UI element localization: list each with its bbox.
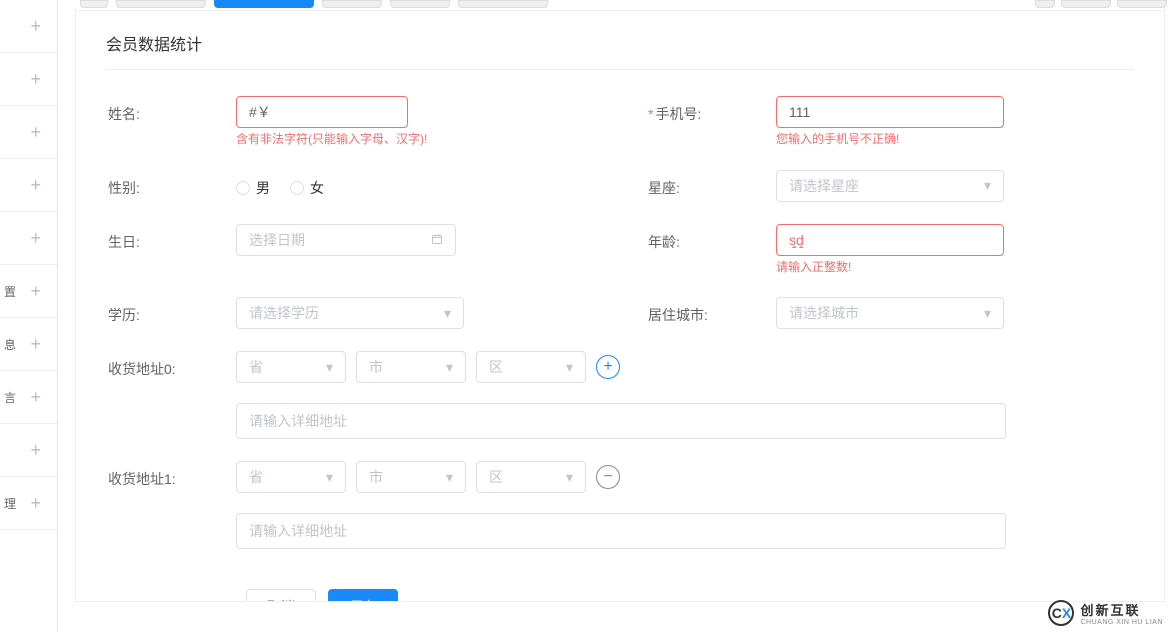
chevron-down-icon: ▾ <box>446 469 453 486</box>
address0-district-select[interactable]: 区▾ <box>476 351 586 383</box>
plus-icon: + <box>30 334 41 355</box>
field-label-birthday: 生日: <box>106 224 236 252</box>
chevron-down-icon: ▾ <box>566 469 573 486</box>
address1-city-select[interactable]: 市▾ <box>356 461 466 493</box>
chevron-down-icon: ▾ <box>984 177 991 194</box>
tab-pill[interactable] <box>1061 0 1111 8</box>
sidebar-item[interactable]: + <box>0 212 57 265</box>
field-label-address0: 收货地址0: <box>106 351 236 379</box>
sidebar-item[interactable]: + <box>0 424 57 477</box>
field-label-name: 姓名: <box>106 96 236 124</box>
plus-icon: + <box>30 440 41 461</box>
sidebar-item[interactable]: + <box>0 53 57 106</box>
chevron-down-icon: ▾ <box>446 359 453 376</box>
tab-pill[interactable] <box>80 0 108 8</box>
plus-icon: + <box>30 175 41 196</box>
top-tabs <box>80 0 548 8</box>
plus-icon: + <box>30 493 41 514</box>
save-button[interactable]: 保存 <box>328 589 398 602</box>
name-input[interactable] <box>236 96 408 128</box>
plus-icon: + <box>603 359 612 375</box>
brand-logo-icon: CX <box>1048 600 1074 626</box>
field-label-zodiac: 星座: <box>646 170 776 198</box>
section-title: 会员数据统计 <box>106 31 1134 70</box>
tab-pill[interactable] <box>116 0 206 8</box>
city-select[interactable]: 请选择城市 ▾ <box>776 297 1004 329</box>
plus-icon: + <box>30 69 41 90</box>
field-label-city: 居住城市: <box>646 297 776 325</box>
calendar-icon <box>431 232 443 248</box>
education-select[interactable]: 请选择学历 ▾ <box>236 297 464 329</box>
chevron-down-icon: ▾ <box>326 359 333 376</box>
tab-pill[interactable] <box>1035 0 1055 8</box>
address0-province-select[interactable]: 省▾ <box>236 351 346 383</box>
sidebar-item[interactable]: + <box>0 106 57 159</box>
address0-detail-input[interactable] <box>236 403 1006 439</box>
phone-error: 您输入的手机号不正确! <box>776 132 1134 148</box>
tab-pill[interactable] <box>1117 0 1167 8</box>
remove-address-button[interactable]: − <box>596 465 620 489</box>
sidebar-item[interactable]: 理+ <box>0 477 57 530</box>
plus-icon: + <box>30 122 41 143</box>
top-right-tabs <box>1035 0 1167 8</box>
sidebar-item[interactable]: + <box>0 0 57 53</box>
chevron-down-icon: ▾ <box>984 305 991 322</box>
sidebar: + + + + + 置+ 息+ 言+ + 理+ <box>0 0 58 632</box>
plus-icon: + <box>30 281 41 302</box>
sidebar-item[interactable]: + <box>0 159 57 212</box>
chevron-down-icon: ▾ <box>444 305 451 322</box>
name-error: 含有非法字符(只能输入字母、汉字)! <box>236 132 646 148</box>
plus-icon: + <box>30 387 41 408</box>
sidebar-item[interactable]: 置+ <box>0 265 57 318</box>
radio-circle-icon <box>290 181 304 195</box>
field-label-gender: 性别: <box>106 170 236 198</box>
field-label-education: 学历: <box>106 297 236 325</box>
plus-icon: + <box>30 228 41 249</box>
chevron-down-icon: ▾ <box>566 359 573 376</box>
main-panel: 会员数据统计 姓名: 含有非法字符(只能输入字母、汉字)! *手机号: 您输入的… <box>75 10 1165 602</box>
address1-province-select[interactable]: 省▾ <box>236 461 346 493</box>
plus-icon: + <box>30 16 41 37</box>
phone-input[interactable] <box>776 96 1004 128</box>
field-label-phone: *手机号: <box>646 96 776 124</box>
add-address-button[interactable]: + <box>596 355 620 379</box>
chevron-down-icon: ▾ <box>326 469 333 486</box>
tab-pill[interactable] <box>322 0 382 8</box>
age-input[interactable] <box>776 224 1004 256</box>
radio-female[interactable]: 女 <box>290 178 324 198</box>
radio-male[interactable]: 男 <box>236 178 270 198</box>
address1-detail-input[interactable] <box>236 513 1006 549</box>
radio-circle-icon <box>236 181 250 195</box>
address1-district-select[interactable]: 区▾ <box>476 461 586 493</box>
tab-pill[interactable] <box>214 0 314 8</box>
age-error: 请输入正整数! <box>776 260 1134 276</box>
field-label-age: 年龄: <box>646 224 776 252</box>
sidebar-item[interactable]: 息+ <box>0 318 57 371</box>
brand-watermark: CX 创新互联 CHUANG XIN HU LIAN <box>1048 600 1163 626</box>
cancel-button[interactable]: 取消 <box>246 589 316 602</box>
minus-icon: − <box>603 469 612 485</box>
tab-pill[interactable] <box>390 0 450 8</box>
sidebar-item[interactable]: 言+ <box>0 371 57 424</box>
field-label-address1: 收货地址1: <box>106 461 236 489</box>
tab-pill[interactable] <box>458 0 548 8</box>
address0-city-select[interactable]: 市▾ <box>356 351 466 383</box>
birthday-input[interactable]: 选择日期 <box>236 224 456 256</box>
zodiac-select[interactable]: 请选择星座 ▾ <box>776 170 1004 202</box>
